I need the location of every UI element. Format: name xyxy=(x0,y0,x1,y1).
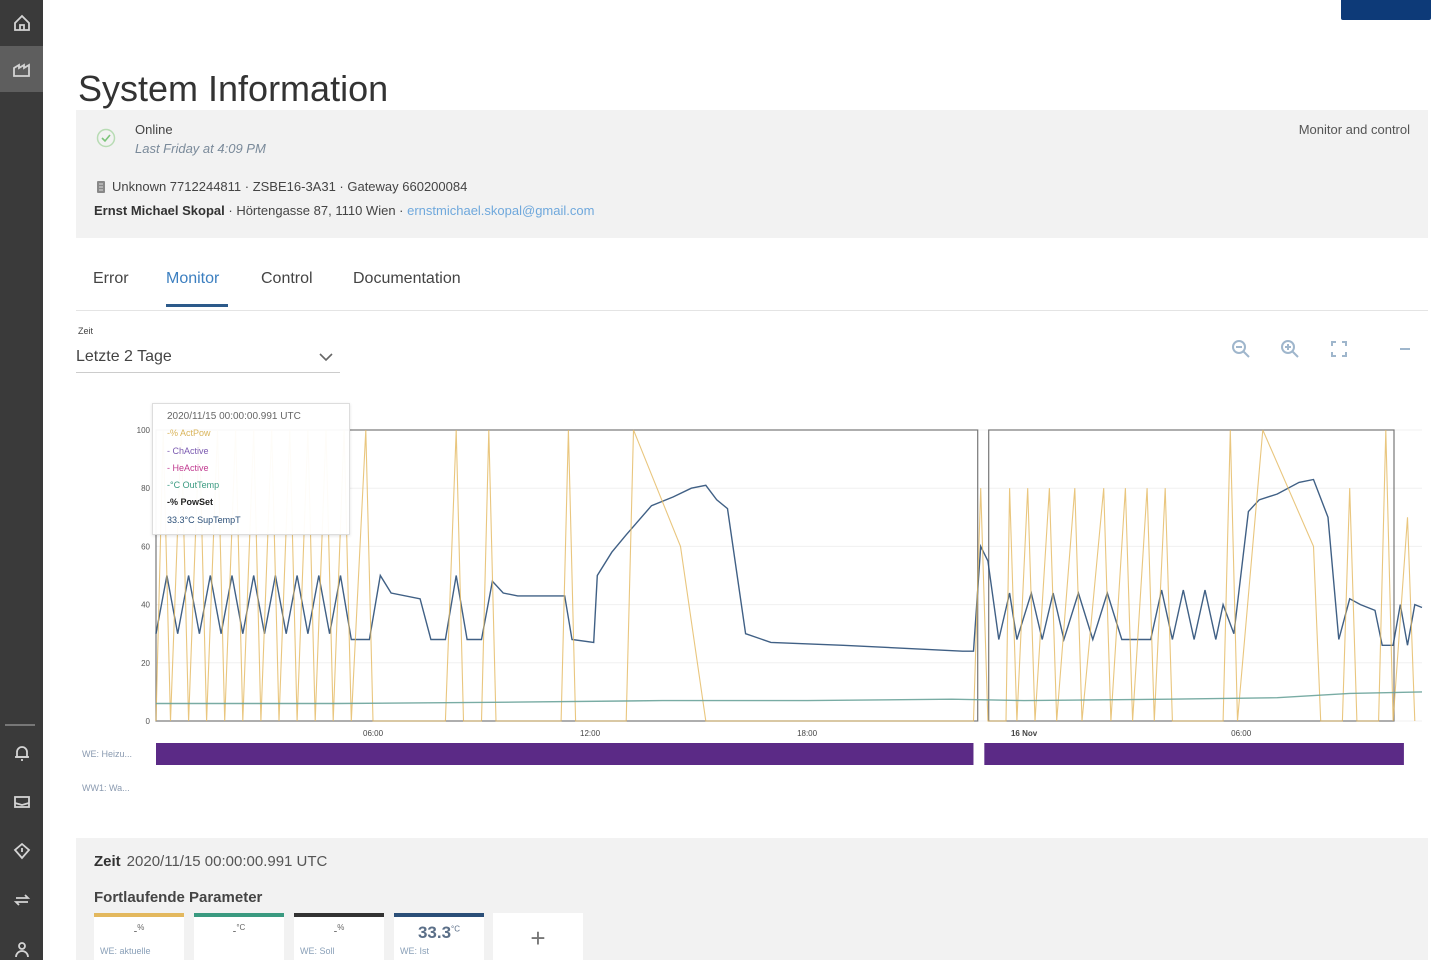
x-tick-label: 16 Nov xyxy=(1011,729,1038,738)
mail-icon xyxy=(13,796,30,808)
device-icon xyxy=(97,180,105,193)
time-value: 2020/11/15 00:00:00.991 UTC xyxy=(126,853,328,870)
parameter-card[interactable]: -°C xyxy=(194,913,284,963)
page-title: System Information xyxy=(78,68,389,110)
parameters-panel: Zeit 2020/11/15 00:00:00.991 UTC Fortlauf… xyxy=(76,838,1428,963)
sidebar-item-info[interactable] xyxy=(0,828,43,874)
parameter-unit: °C xyxy=(236,923,246,932)
owner-name: Ernst Michael Skopal xyxy=(94,203,225,218)
zoom-out-button[interactable] xyxy=(1228,336,1254,362)
device-line: Unknown 7712244811 · ZSBE16-3A31 · Gatew… xyxy=(96,179,467,194)
tooltip-entry: -% ActPow xyxy=(167,428,211,439)
access-mode-label: Monitor and control xyxy=(1298,122,1410,137)
tab-monitor[interactable]: Monitor xyxy=(166,270,219,288)
time-range-select[interactable]: Letzte 2 Tage xyxy=(76,342,340,373)
sidebar-divider xyxy=(5,724,35,726)
add-parameter-button[interactable]: + xyxy=(493,913,583,963)
zoom-out-icon xyxy=(1232,340,1250,358)
tab-control[interactable]: Control xyxy=(261,270,313,288)
sidebar-item-messages[interactable] xyxy=(0,779,43,825)
y-tick-label: 0 xyxy=(146,717,151,726)
owner-email-link[interactable]: ernstmichael.skopal@gmail.com xyxy=(407,203,594,218)
y-tick-label: 40 xyxy=(141,601,150,610)
y-tick-label: 60 xyxy=(141,542,150,551)
system-info-card: Online Last Friday at 4:09 PM Monitor an… xyxy=(76,110,1428,238)
parameter-color-bar xyxy=(94,913,184,917)
parameter-color-bar xyxy=(294,913,384,917)
parameter-color-bar xyxy=(194,913,284,917)
parameter-value: -°C xyxy=(232,923,246,938)
parameter-card[interactable]: 33.3°C WE: Ist xyxy=(394,913,484,963)
series-line-outtemp xyxy=(156,691,1423,705)
parameter-card[interactable]: -% WE: aktuelle xyxy=(94,913,184,963)
factory-icon xyxy=(12,63,30,77)
tooltip-entry: -% PowSet xyxy=(167,497,214,508)
x-tick-label: 18:00 xyxy=(797,729,818,738)
info-icon xyxy=(13,842,30,860)
parameter-label: WE: aktuelle xyxy=(100,946,151,956)
parameter-unit: % xyxy=(137,923,145,932)
tab-bar: Error Monitor Control Documentation xyxy=(76,262,1428,311)
x-tick-label: 06:00 xyxy=(363,729,384,738)
parameter-unit: % xyxy=(337,923,345,932)
status-label: Online xyxy=(135,122,173,137)
tooltip-entry: -°C OutTemp xyxy=(167,480,220,491)
time-label: Zeit xyxy=(94,853,121,870)
tab-documentation[interactable]: Documentation xyxy=(353,270,461,288)
sidebar-item-home[interactable] xyxy=(0,0,43,46)
parameter-label: WE: Soll xyxy=(300,946,335,956)
bell-icon xyxy=(14,746,29,761)
zoom-in-button[interactable] xyxy=(1277,336,1303,362)
home-icon xyxy=(13,14,30,31)
gantt-segment xyxy=(156,743,974,765)
header-action-button[interactable] xyxy=(1341,0,1431,20)
transfer-icon xyxy=(13,894,30,906)
time-readout: Zeit 2020/11/15 00:00:00.991 UTC xyxy=(94,853,327,870)
parameter-card[interactable]: -% WE: Soll xyxy=(294,913,384,963)
y-tick-label: 100 xyxy=(137,426,151,435)
minimize-icon xyxy=(1400,348,1410,350)
tooltip-timestamp: 2020/11/15 00:00:00.991 UTC xyxy=(167,411,301,422)
parameter-value: -% xyxy=(333,923,345,938)
active-tab-indicator xyxy=(166,304,228,307)
sidebar-item-transfer[interactable] xyxy=(0,877,43,923)
sidebar xyxy=(0,0,43,960)
parameter-unit: °C xyxy=(451,924,461,934)
y-tick-label: 80 xyxy=(141,484,150,493)
sidebar-item-notifications[interactable] xyxy=(0,730,43,776)
tab-error[interactable]: Error xyxy=(93,270,129,288)
parameter-value: 33.3°C xyxy=(417,923,461,942)
fullscreen-icon xyxy=(1331,341,1347,357)
parameter-label: WE: Ist xyxy=(400,946,429,956)
gantt-segment xyxy=(984,743,1404,765)
gantt-row-label: WE: Heizu... xyxy=(82,749,132,759)
tooltip-entry: 33.3°C SupTempT xyxy=(167,514,241,525)
tooltip-entry: - ChActive xyxy=(167,445,209,456)
time-select-label: Zeit xyxy=(78,326,94,336)
check-circle-icon xyxy=(96,128,116,148)
y-tick-label: 20 xyxy=(141,659,150,668)
x-tick-label: 06:00 xyxy=(1231,729,1252,738)
chart-tooltip: 2020/11/15 00:00:00.991 UTC -% ActPow - C… xyxy=(152,403,350,535)
parameter-value: -% xyxy=(133,923,145,938)
gantt-row-label: WW1: Wa... xyxy=(82,783,130,793)
minimize-button[interactable] xyxy=(1392,336,1418,362)
device-info: Unknown 7712244811 · ZSBE16-3A31 · Gatew… xyxy=(112,179,468,194)
owner-address: · Hörtengasse 87, 1110 Wien · xyxy=(224,203,408,218)
zoom-in-icon xyxy=(1281,340,1299,358)
time-range-value: Letzte 2 Tage xyxy=(76,348,172,365)
params-title: Fortlaufende Parameter xyxy=(94,889,263,906)
fullscreen-button[interactable] xyxy=(1326,336,1352,362)
chevron-down-icon xyxy=(319,353,333,362)
last-seen-time: Last Friday at 4:09 PM xyxy=(135,141,266,156)
owner-line: Ernst Michael Skopal · Hörtengasse 87, 1… xyxy=(94,203,594,218)
tooltip-entry: - HeActive xyxy=(167,462,209,473)
sidebar-item-user[interactable] xyxy=(0,926,43,972)
sidebar-item-plant[interactable] xyxy=(0,46,43,92)
chart-toolbar xyxy=(1226,336,1426,364)
user-icon xyxy=(14,942,29,958)
x-tick-label: 12:00 xyxy=(580,729,601,738)
parameter-color-bar xyxy=(394,913,484,917)
